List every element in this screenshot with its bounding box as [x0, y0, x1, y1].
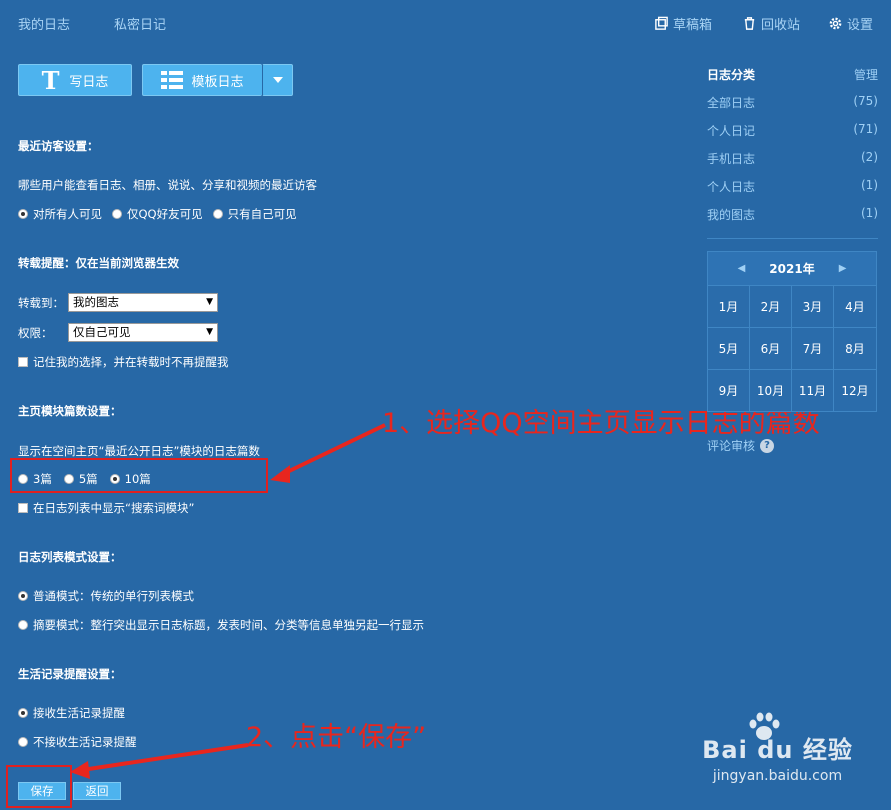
month-cell[interactable]: 10月: [750, 369, 792, 411]
calendar: ◀ 2021年 ▶ 1月 2月 3月 4月 5月 6月 7月 8月 9月 10月…: [707, 251, 877, 412]
prev-year-icon[interactable]: ◀: [738, 263, 746, 274]
annotation-step2: 2、点击“保存”: [246, 722, 427, 753]
sidebar-item-personal-diary[interactable]: 个人日记 (71): [707, 122, 878, 139]
month-cell[interactable]: 7月: [792, 327, 834, 369]
calendar-year: 2021年: [769, 262, 815, 276]
month-cell[interactable]: 6月: [750, 327, 792, 369]
month-cell[interactable]: 9月: [708, 369, 750, 411]
comment-review-link[interactable]: 评论审核 ?: [707, 437, 775, 454]
month-cell[interactable]: 5月: [708, 327, 750, 369]
month-cell[interactable]: 11月: [792, 369, 834, 411]
sidebar-divider: [707, 238, 878, 239]
sidebar-item-personal-log[interactable]: 个人日志 (1): [707, 178, 878, 195]
calendar-months: 1月 2月 3月 4月 5月 6月 7月 8月 9月 10月 11月 12月: [708, 285, 876, 411]
comment-review-label: 评论审核: [707, 439, 756, 453]
month-cell[interactable]: 3月: [792, 285, 834, 327]
watermark-brand: Bai du 经验: [702, 736, 853, 764]
calendar-header: ◀ 2021年 ▶: [708, 252, 876, 285]
sidebar-item-all[interactable]: 全部日志 (75): [707, 94, 878, 111]
watermark-url: jingyan.baidu.com: [712, 768, 843, 784]
sidebar-header: 日志分类 管理: [707, 66, 878, 83]
sidebar-title: 日志分类: [707, 68, 756, 82]
month-cell[interactable]: 8月: [834, 327, 876, 369]
sidebar-manage-link[interactable]: 管理: [854, 66, 878, 83]
month-cell[interactable]: 1月: [708, 285, 750, 327]
month-cell[interactable]: 2月: [750, 285, 792, 327]
month-cell[interactable]: 4月: [834, 285, 876, 327]
sidebar-item-photo-log[interactable]: 我的图志 (1): [707, 206, 878, 223]
help-icon[interactable]: ?: [760, 438, 775, 453]
month-cell[interactable]: 12月: [834, 369, 876, 411]
next-year-icon[interactable]: ▶: [839, 263, 847, 274]
sidebar-item-mobile[interactable]: 手机日志 (2): [707, 150, 878, 167]
